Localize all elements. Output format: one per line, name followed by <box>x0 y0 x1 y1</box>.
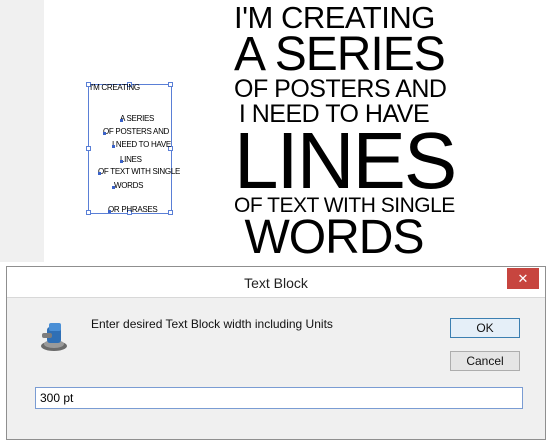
text-anchor-marker <box>120 160 123 163</box>
cancel-button[interactable]: Cancel <box>450 351 520 371</box>
selected-text-frame[interactable] <box>88 84 172 214</box>
frame-line-3: OF POSTERS AND <box>103 127 170 136</box>
frame-handle-bottom-right[interactable] <box>168 210 173 215</box>
frame-handle-middle-left[interactable] <box>86 146 91 151</box>
dialog-title: Text Block <box>244 275 308 291</box>
width-input[interactable]: 300 pt <box>35 387 523 409</box>
ok-button[interactable]: OK <box>450 318 520 338</box>
frame-line-1: I'M CREATING <box>90 83 140 92</box>
frame-line-4: I NEED TO HAVE <box>112 140 171 149</box>
text-anchor-marker <box>103 132 106 135</box>
poster-text[interactable]: I'M CREATING A SERIES OF POSTERS AND I N… <box>234 2 457 262</box>
frame-handle-top-right[interactable] <box>168 82 173 87</box>
frame-line-8: OR PHRASES <box>108 205 158 214</box>
frame-handle-bottom-left[interactable] <box>86 210 91 215</box>
dialog-prompt: Enter desired Text Block width including… <box>91 317 333 331</box>
frame-line-6: OF TEXT WITH SINGLE <box>98 167 181 176</box>
pasteboard-strip <box>0 0 44 262</box>
dialog-titlebar[interactable]: Text Block ✕ <box>7 267 545 298</box>
frame-line-2: A SERIES <box>120 114 155 123</box>
poster-line-2: A SERIES <box>234 28 446 81</box>
text-anchor-marker <box>98 172 101 175</box>
text-anchor-marker <box>112 186 115 189</box>
frame-line-7: WORDS <box>114 181 144 190</box>
text-anchor-marker <box>112 145 115 148</box>
poster-line-3: OF POSTERS AND <box>234 75 447 103</box>
text-anchor-marker <box>108 210 111 213</box>
text-anchor-marker <box>120 119 123 122</box>
poster-line-5: LINES <box>234 116 457 205</box>
script-app-icon <box>41 323 67 351</box>
close-button[interactable]: ✕ <box>507 268 539 289</box>
poster-line-7: WORDS <box>244 211 425 262</box>
frame-line-5: LINES <box>120 155 142 164</box>
text-block-dialog: Text Block ✕ Enter desired Text Block wi… <box>6 266 546 440</box>
